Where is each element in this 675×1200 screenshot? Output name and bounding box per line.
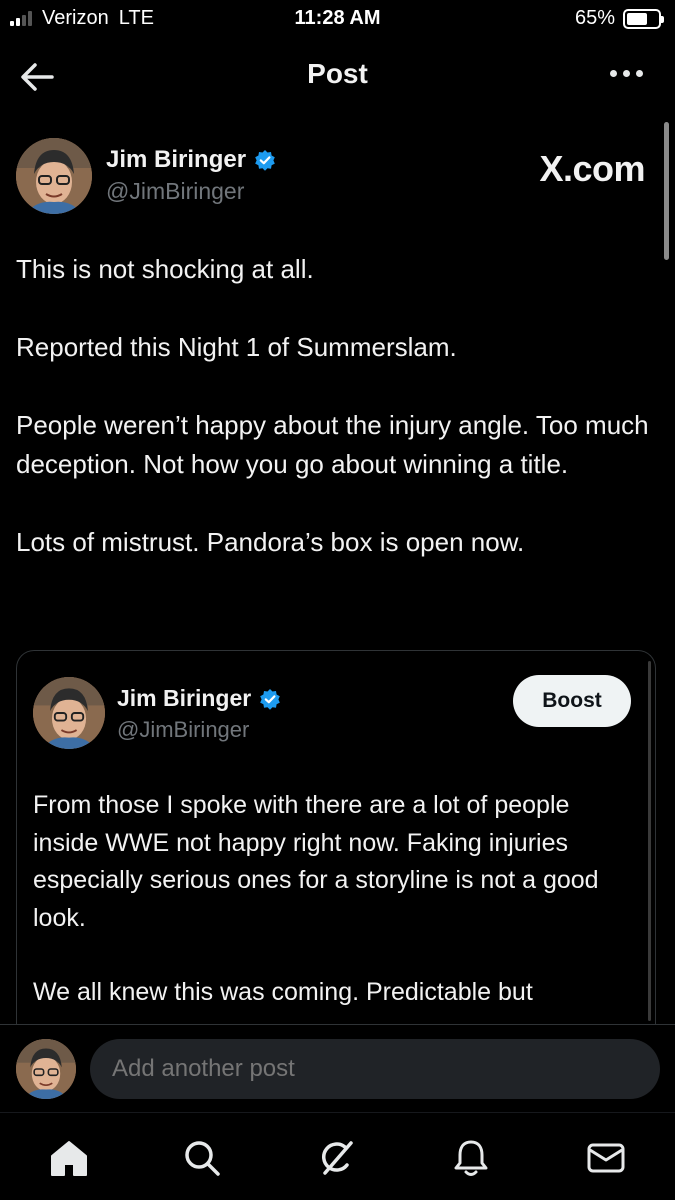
post-text: This is not shocking at all. Reported th… xyxy=(16,250,661,601)
more-button[interactable] xyxy=(610,70,643,77)
verified-badge-icon xyxy=(255,150,275,171)
post-paragraph: Reported this Night 1 of Summerslam. xyxy=(16,332,457,362)
quote-scrollbar xyxy=(648,661,651,1021)
avatar-image xyxy=(16,1039,76,1099)
quoted-author-name-row: Jim Biringer xyxy=(117,685,281,712)
avatar-image xyxy=(16,138,92,214)
top-nav: Post xyxy=(0,38,675,116)
home-icon xyxy=(51,1141,87,1176)
quoted-author-avatar[interactable] xyxy=(33,677,105,749)
page-title: Post xyxy=(307,58,368,89)
status-bar: Verizon LTE 11:28 AM 65% xyxy=(0,0,675,38)
battery-icon xyxy=(623,8,664,29)
quoted-post-card[interactable]: Jim Biringer @JimBiringer Boost From tho… xyxy=(16,650,656,1030)
author-handle[interactable]: @JimBiringer xyxy=(106,178,244,205)
reply-avatar xyxy=(16,1039,76,1099)
status-time: 11:28 AM xyxy=(294,7,381,29)
post-paragraph: People weren’t happy about the injury an… xyxy=(16,410,649,479)
search-icon xyxy=(185,1141,220,1176)
avatar-image xyxy=(33,677,105,749)
author-name[interactable]: Jim Biringer xyxy=(106,146,246,174)
tab-grok[interactable] xyxy=(315,1137,357,1179)
tab-messages[interactable] xyxy=(585,1137,627,1179)
mail-icon xyxy=(587,1143,625,1173)
scrollbar[interactable] xyxy=(664,122,669,260)
quoted-post-text: From those I spoke with there are a lot … xyxy=(33,787,633,1030)
bottom-tab-bar xyxy=(0,1112,675,1200)
quoted-author-name[interactable]: Jim Biringer xyxy=(117,685,251,712)
more-horizontal-icon xyxy=(610,70,617,77)
tab-search[interactable] xyxy=(181,1137,223,1179)
tab-home[interactable] xyxy=(48,1137,90,1179)
post-paragraph: This is not shocking at all. xyxy=(16,254,314,284)
battery-fill xyxy=(627,12,647,25)
author-name-row: Jim Biringer xyxy=(106,146,276,174)
battery-percent: 65% xyxy=(574,7,615,29)
quoted-paragraph: From those I spoke with there are a lot … xyxy=(33,791,599,932)
reply-bar xyxy=(0,1024,675,1112)
boost-button[interactable]: Boost xyxy=(513,675,631,727)
bell-icon xyxy=(454,1140,488,1176)
post-paragraph: Lots of mistrust. Pandora’s box is open … xyxy=(16,527,525,557)
status-right: 65% xyxy=(574,7,664,30)
quoted-author-handle[interactable]: @JimBiringer xyxy=(117,717,249,743)
quoted-paragraph: We all knew this was coming. Predictable… xyxy=(33,978,533,1006)
author-avatar[interactable] xyxy=(16,138,92,214)
grok-icon xyxy=(321,1141,353,1175)
xcom-watermark: X.com xyxy=(539,148,645,189)
verified-badge-icon xyxy=(260,688,281,710)
tab-notifications[interactable] xyxy=(450,1137,492,1179)
reply-input[interactable] xyxy=(90,1039,660,1099)
